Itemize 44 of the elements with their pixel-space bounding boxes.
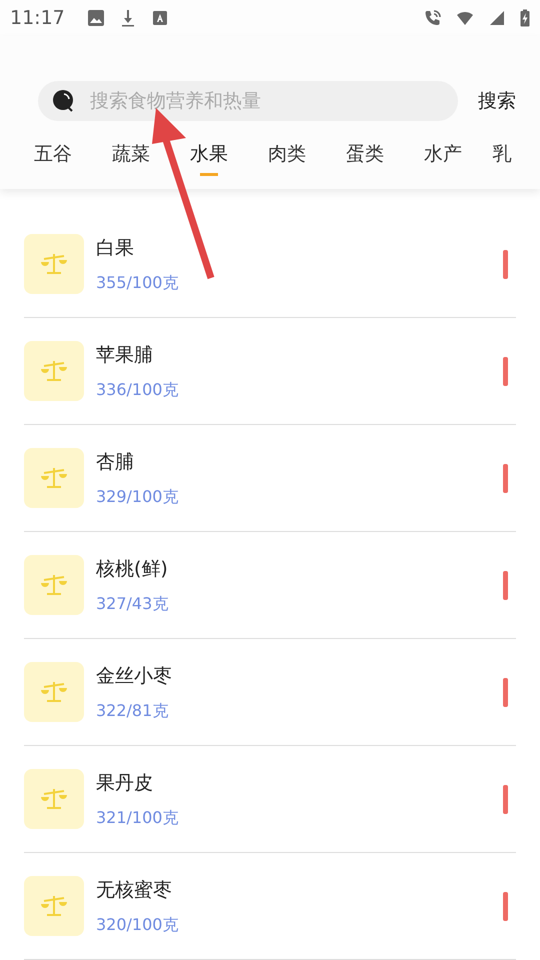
wifi-icon: [456, 9, 474, 27]
food-name: 杏脯: [96, 450, 135, 474]
calorie-value: 355/100克: [96, 272, 180, 294]
food-name: 果丹皮: [96, 770, 154, 796]
category-tab[interactable]: 五谷: [14, 141, 92, 177]
signal-icon: [488, 9, 506, 27]
indicator-bar: [503, 464, 508, 492]
calorie-value: 336/100克: [96, 380, 180, 400]
category-tab[interactable]: 肉类: [248, 141, 326, 177]
food-name: 无核蜜枣: [96, 878, 173, 902]
food-name: 核桃(鲜): [96, 556, 169, 582]
scale-icon: [24, 662, 84, 722]
call-icon: [424, 9, 442, 27]
calorie-value: 329/100克: [96, 486, 180, 508]
search-field[interactable]: 搜索食物营养和热量: [38, 81, 458, 121]
scale-icon: [24, 769, 84, 829]
status-time: 11:17: [10, 7, 65, 29]
calorie-value: 321/100克: [96, 808, 180, 828]
category-tab[interactable]: 蔬菜: [92, 141, 170, 177]
font-icon: [150, 9, 169, 27]
scale-icon: [24, 448, 84, 508]
calorie-value: 327/43克: [96, 594, 170, 614]
food-name: 白果: [96, 236, 135, 260]
indicator-bar: [503, 678, 508, 706]
calorie-value: 320/100克: [96, 914, 180, 936]
food-name: 金丝小枣: [96, 664, 173, 688]
scale-icon: [24, 555, 84, 615]
calorie-value: 322/81克: [96, 700, 170, 722]
indicator-bar: [503, 892, 508, 920]
food-name: 苹果脯: [96, 342, 154, 368]
search-button[interactable]: 搜索: [478, 88, 516, 114]
image-icon: [86, 9, 105, 27]
indicator-bar: [503, 784, 508, 814]
category-tab[interactable]: 蛋类: [326, 141, 404, 177]
indicator-bar: [503, 250, 508, 278]
category-tab[interactable]: 乳: [482, 141, 522, 177]
category-tab[interactable]: 水产: [404, 141, 482, 177]
scale-icon: [24, 341, 84, 401]
indicator-bar: [503, 570, 508, 600]
scale-icon: [24, 234, 84, 294]
battery-icon: [520, 9, 530, 27]
indicator-bar: [503, 356, 508, 386]
category-tab[interactable]: 水果: [170, 141, 248, 177]
scale-icon: [24, 876, 84, 936]
